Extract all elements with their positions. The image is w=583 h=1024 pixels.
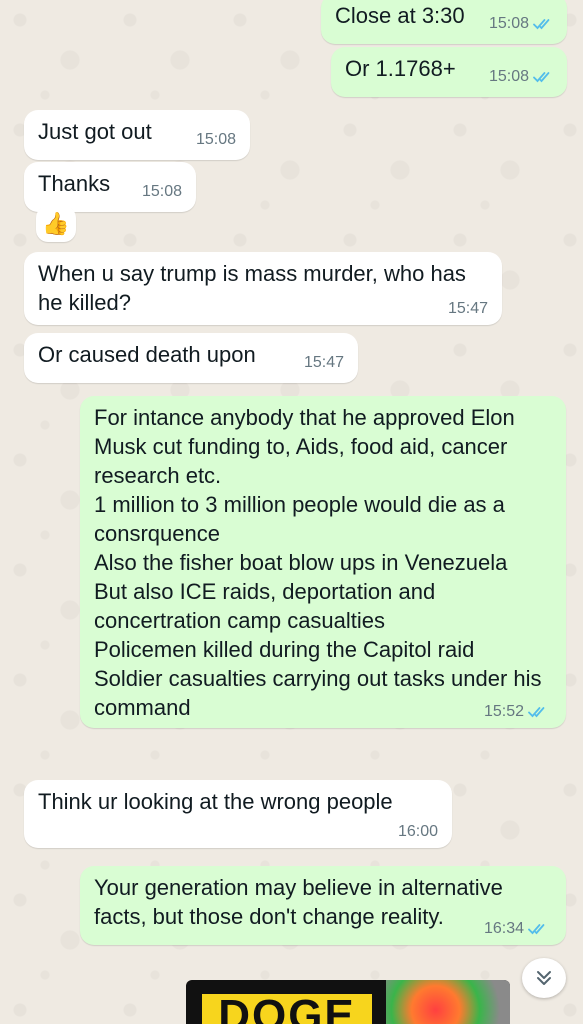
thumbs-up-icon: 👍: [42, 211, 70, 236]
message-bubble-incoming[interactable]: Just got out 15:08: [24, 110, 250, 160]
double-check-icon: [528, 924, 545, 935]
message-time: 15:08: [195, 131, 236, 148]
message-text: Just got out: [38, 119, 152, 144]
message-time: 16:00: [397, 823, 438, 840]
message-text: Or 1.1768+: [345, 56, 456, 81]
double-check-icon: [528, 707, 545, 718]
double-check-icon: [533, 19, 550, 30]
message-bubble-outgoing[interactable]: Close at 3:30 15:08: [321, 0, 567, 44]
message-time: 15:47: [303, 354, 344, 371]
message-text: Close at 3:30: [335, 3, 465, 28]
message-time: 15:52: [483, 703, 524, 720]
message-time: 16:34: [483, 920, 524, 937]
message-text: Think ur looking at the wrong people: [38, 789, 393, 814]
message-bubble-outgoing[interactable]: For intance anybody that he approved Elo…: [80, 396, 566, 728]
message-meta: 15:08: [489, 62, 553, 91]
double-check-icon: [533, 72, 550, 83]
message-bubble-incoming[interactable]: When u say trump is mass murder, who has…: [24, 252, 502, 325]
image-message-preview[interactable]: DOGE: [186, 980, 510, 1024]
reaction-badge[interactable]: 👍: [36, 206, 76, 242]
message-bubble-incoming[interactable]: Or caused death upon 15:47: [24, 333, 358, 383]
message-text: Thanks: [38, 171, 111, 196]
message-bubble-outgoing[interactable]: Your generation may believe in alternati…: [80, 866, 566, 945]
scroll-to-bottom-button[interactable]: [522, 958, 566, 998]
preview-banner-text: DOGE: [202, 994, 372, 1024]
message-bubble-incoming[interactable]: Think ur looking at the wrong people 16:…: [24, 780, 452, 848]
message-meta: 15:08: [489, 9, 553, 38]
message-time: 15:08: [141, 183, 182, 200]
double-chevron-down-icon: [537, 971, 551, 985]
message-text: For intance anybody that he approved Elo…: [94, 405, 542, 720]
message-text: Or caused death upon: [38, 342, 256, 367]
message-bubble-incoming[interactable]: Thanks 15:08: [24, 162, 196, 212]
message-bubble-outgoing[interactable]: Or 1.1768+ 15:08: [331, 47, 567, 97]
preview-image: [386, 980, 510, 1024]
message-time: 15:08: [488, 68, 529, 85]
message-time: 15:08: [488, 15, 529, 32]
